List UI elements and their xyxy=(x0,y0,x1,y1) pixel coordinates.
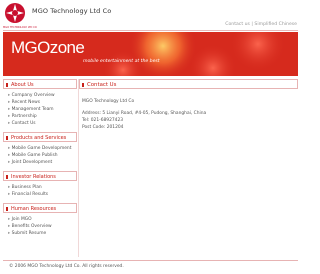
section-title: Investor Relations xyxy=(11,174,56,180)
sidebar-item-mobile-game-publish[interactable]: ▸ Mobile Game Publish xyxy=(8,152,77,159)
investor-items: ▸ Business Plan ▸ Financial Results xyxy=(3,181,77,203)
contact-details: MGO Technology Ltd Co Address: 5 Lianyi … xyxy=(79,89,298,131)
sidebar-item-recent-news[interactable]: ▸ Recent News xyxy=(8,99,77,106)
section-marker-icon xyxy=(82,83,84,87)
content-header: Contact Us xyxy=(79,79,298,89)
sidebar-item-joint-development[interactable]: ▸ Joint Development xyxy=(8,159,77,166)
sidebar-item-join-mgo[interactable]: ▸ Join MGO xyxy=(8,216,77,223)
address-text: Address: 5 Lianyi Road, #4-05, Pudong, S… xyxy=(82,111,207,116)
mgo-logo-icon[interactable] xyxy=(4,2,26,24)
top-links: Contact us | Simplified Chinese xyxy=(225,22,297,27)
simplified-chinese-link[interactable]: Simplified Chinese xyxy=(254,22,297,27)
products-items: ▸ Mobile Game Development ▸ Mobile Game … xyxy=(3,142,77,171)
banner-logo: MGOzone xyxy=(11,38,85,57)
about-items: ▸ Company Overview ▸ Recent News ▸ Manag… xyxy=(3,89,77,132)
sidebar-item-business-plan[interactable]: ▸ Business Plan xyxy=(8,184,77,191)
section-marker-icon xyxy=(6,136,8,140)
sidebar-item-submit-resume[interactable]: ▸ Submit Resume xyxy=(8,230,77,237)
sidebar-item-contact-us[interactable]: ▸ Contact Us xyxy=(8,120,77,127)
company-name-text: MGO Technology Ltd Co xyxy=(82,99,135,104)
sidebar-item-mobile-game-development[interactable]: ▸ Mobile Game Development xyxy=(8,145,77,152)
sidebar-item-financial-results[interactable]: ▸ Financial Results xyxy=(8,191,77,198)
section-marker-icon xyxy=(6,83,8,87)
contact-us-link[interactable]: Contact us xyxy=(225,22,250,27)
sidebar-item-company-overview[interactable]: ▸ Company Overview xyxy=(8,92,77,99)
page-title: Contact Us xyxy=(87,82,117,88)
section-marker-icon xyxy=(6,207,8,211)
banner-tagline: mobile entertainment at the best xyxy=(83,59,160,64)
sidebar-section-hr[interactable]: Human Resources xyxy=(3,203,77,213)
header-divider xyxy=(3,30,298,31)
telephone-text: Tel: 021-68927423 xyxy=(82,118,124,123)
sidebar-item-management-team[interactable]: ▸ Management Team xyxy=(8,106,77,113)
logo-tagline: MGO TECHNOLOGY LTD CO xyxy=(3,26,37,29)
footer: © 2006 MGO Technology Ltd Co. All rights… xyxy=(3,260,298,269)
sidebar-item-partnership[interactable]: ▸ Partnership xyxy=(8,113,77,120)
sidebar-section-products[interactable]: Products and Services xyxy=(3,132,77,142)
top-bar: MGO TECHNOLOGY LTD CO MGO Technology Ltd… xyxy=(0,0,300,32)
section-title: Products and Services xyxy=(11,135,67,141)
sidebar-nav: About Us ▸ Company Overview ▸ Recent New… xyxy=(3,79,77,257)
copyright-text: © 2006 MGO Technology Ltd Co. All rights… xyxy=(9,264,124,269)
company-title: MGO Technology Ltd Co xyxy=(32,7,112,15)
section-marker-icon xyxy=(6,175,8,179)
section-title: Human Resources xyxy=(11,206,57,212)
hero-banner: MGOzone mobile entertainment at the best xyxy=(3,32,298,76)
hr-items: ▸ Join MGO ▸ Benefits Overview ▸ Submit … xyxy=(3,213,77,242)
sidebar-section-about[interactable]: About Us xyxy=(3,79,77,89)
post-code-text: Post Code: 201204 xyxy=(82,125,124,130)
link-separator: | xyxy=(251,22,253,27)
main-content: Contact Us MGO Technology Ltd Co Address… xyxy=(78,79,298,257)
section-title: About Us xyxy=(11,82,34,88)
sidebar-section-investor[interactable]: Investor Relations xyxy=(3,171,77,181)
sidebar-item-benefits-overview[interactable]: ▸ Benefits Overview xyxy=(8,223,77,230)
